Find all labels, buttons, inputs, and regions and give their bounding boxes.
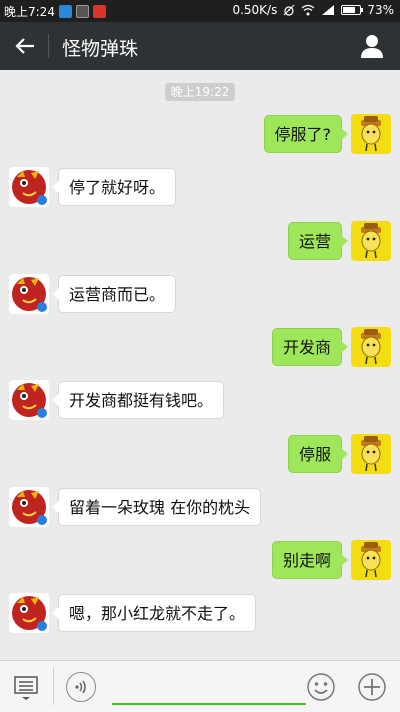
title-bar: 怪物弹珠 — [0, 22, 400, 70]
status-left: 晚上7:24 — [4, 3, 106, 20]
incoming-message[interactable]: 开发商都挺有钱吧。 — [51, 381, 225, 419]
input-bar — [0, 660, 400, 712]
contact-avatar[interactable] — [9, 487, 49, 527]
back-button[interactable] — [10, 31, 40, 61]
person-icon — [361, 35, 383, 58]
battery-icon — [341, 5, 364, 15]
my-avatar[interactable] — [351, 114, 391, 154]
outgoing-message[interactable]: 别走啊 — [271, 541, 349, 579]
plus-icon — [358, 673, 386, 701]
emoji-icon — [307, 673, 335, 701]
status-bar: 晚上7:24 0.50K/s 73% — [0, 0, 400, 22]
voice-button[interactable] — [66, 672, 96, 702]
battery-fill — [343, 7, 356, 13]
alarm-icon — [283, 4, 295, 16]
incoming-message[interactable]: 留着一朵玫瑰 在你的枕头 — [51, 488, 262, 526]
menu-button[interactable] — [12, 673, 40, 701]
app-notification-icon — [92, 5, 106, 18]
wifi-icon — [301, 4, 315, 16]
chat-title: 怪物弹珠 — [62, 38, 139, 60]
outgoing-message[interactable]: 开发商 — [271, 328, 349, 366]
my-avatar[interactable] — [351, 327, 391, 367]
contact-avatar[interactable] — [9, 593, 49, 633]
outgoing-message[interactable]: 停服 — [287, 435, 349, 473]
my-avatar[interactable] — [351, 540, 391, 580]
message-input[interactable] — [112, 673, 306, 705]
image-icon — [75, 5, 89, 18]
contact-avatar[interactable] — [9, 274, 49, 314]
upload-icon — [58, 5, 72, 18]
my-avatar[interactable] — [351, 221, 391, 261]
chat-timestamp: 晚上19:22 — [165, 83, 235, 101]
contact-avatar[interactable] — [9, 167, 49, 207]
signal-icon — [322, 5, 335, 15]
incoming-message[interactable]: 运营商而已。 — [51, 275, 177, 313]
status-time: 晚上7:24 — [4, 5, 55, 19]
back-arrow-icon — [15, 38, 34, 54]
outgoing-message[interactable]: 停服了? — [263, 115, 348, 153]
battery-percent: 73% — [367, 3, 394, 17]
contact-info-button[interactable] — [358, 32, 386, 60]
contact-avatar[interactable] — [9, 380, 49, 420]
net-speed: 0.50K/s — [232, 3, 278, 17]
outgoing-message[interactable]: 运营 — [287, 222, 349, 260]
incoming-message[interactable]: 嗯，那小红龙就不走了。 — [51, 594, 257, 632]
input-separator — [53, 667, 54, 705]
emoji-button[interactable] — [306, 672, 336, 702]
title-divider — [48, 34, 49, 58]
status-right: 0.50K/s 73% — [232, 3, 394, 17]
menu-icon — [14, 676, 38, 700]
incoming-message[interactable]: 停了就好呀。 — [51, 168, 177, 206]
my-avatar[interactable] — [351, 434, 391, 474]
voice-icon — [75, 680, 86, 694]
plus-button[interactable] — [357, 672, 387, 702]
